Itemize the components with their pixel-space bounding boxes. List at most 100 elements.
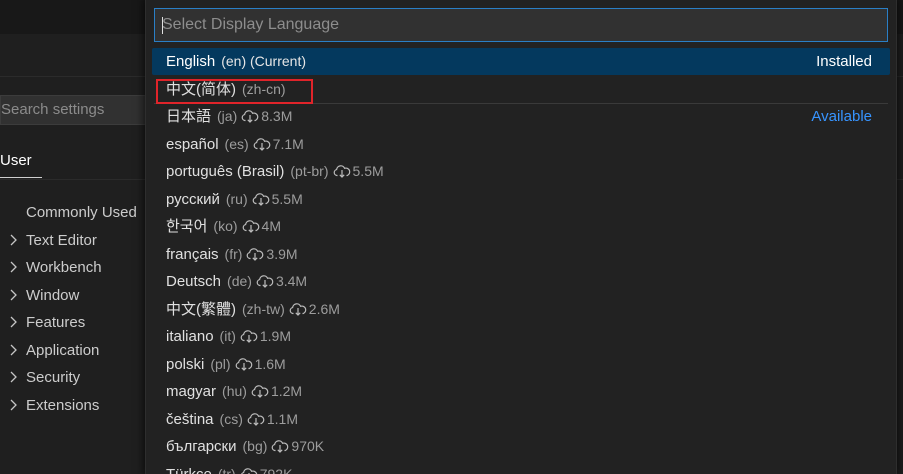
language-item[interactable]: polski (pl) 1.6M	[152, 351, 890, 378]
language-code: (bg)	[242, 438, 268, 454]
language-item[interactable]: čeština (cs) 1.1M	[152, 406, 890, 433]
language-item[interactable]: français (fr) 3.9M	[152, 241, 890, 268]
settings-tree-item-label: Security	[26, 369, 81, 386]
chevron-right-icon	[8, 288, 20, 302]
language-code: (pl)	[210, 355, 231, 372]
download-size: 8.3M	[261, 108, 293, 124]
language-name: 中文(繁體)	[166, 300, 236, 318]
chevron-right-icon	[8, 398, 20, 412]
settings-tree-item-label: Workbench	[26, 259, 102, 276]
download-size: 4M	[261, 218, 281, 234]
settings-tree-item[interactable]: Window	[0, 283, 150, 309]
cloud-download-icon	[252, 188, 270, 206]
settings-tree-item-label: Window	[26, 287, 80, 304]
language-item-content: polski (pl) 1.6M	[166, 351, 286, 378]
settings-tree-item[interactable]: Text Editor	[0, 228, 150, 254]
cloud-download-icon	[247, 408, 265, 426]
chevron-right-icon	[8, 370, 20, 384]
language-code: (ru)	[225, 190, 248, 207]
quick-pick-input[interactable]: Select Display Language	[154, 8, 888, 42]
cloud-download-icon	[242, 215, 260, 233]
settings-tree-item[interactable]: Application	[0, 338, 150, 364]
language-item[interactable]: 日本語 (ja) 8.3M Available	[152, 103, 890, 130]
chevron-right-icon	[8, 260, 20, 274]
settings-tree-item-label: Features	[26, 314, 86, 331]
settings-tree-item[interactable]: Workbench	[0, 255, 150, 281]
settings-tree-item-label: Commonly Used	[26, 204, 137, 221]
cloud-download-icon	[253, 133, 271, 151]
settings-tree-item-label: Extensions	[26, 397, 100, 414]
search-settings-input[interactable]: Search settings	[0, 95, 160, 125]
tab-user[interactable]: User	[0, 150, 42, 178]
language-code: (it)	[219, 328, 236, 344]
cloud-download-icon	[235, 353, 253, 371]
download-size: 970K	[291, 438, 325, 454]
language-item-content: français (fr) 3.9M	[166, 241, 298, 268]
settings-tree-item-label: Text Editor	[26, 232, 97, 249]
settings-tree-item[interactable]: Features	[0, 310, 150, 336]
cloud-download-icon	[251, 380, 269, 398]
download-size: 2.6M	[308, 300, 340, 317]
download-size: 5.5M	[352, 163, 384, 179]
language-item[interactable]: español (es) 7.1M	[152, 131, 890, 158]
chevron-right-icon	[8, 233, 20, 247]
app-window: Search settings User Commonly Used Text E…	[0, 0, 903, 474]
language-name: Türkçe	[166, 465, 212, 474]
chevron-right-icon	[8, 315, 20, 329]
language-item[interactable]: magyar (hu) 1.2M	[152, 378, 890, 405]
display-language-quick-pick: Select Display Language English (en) (Cur…	[145, 0, 897, 474]
settings-tree-item[interactable]: Security	[0, 365, 150, 391]
language-item-content: Türkçe (tr) 792K	[166, 461, 292, 474]
language-name: magyar	[166, 383, 217, 400]
cloud-download-icon	[240, 463, 258, 474]
download-size: 1.9M	[259, 328, 291, 344]
language-item-content: русский (ru) 5.5M	[166, 186, 303, 213]
language-code: (fr)	[224, 245, 243, 262]
language-code: (de)	[227, 273, 252, 289]
language-item[interactable]: Türkçe (tr) 792K	[152, 461, 890, 474]
language-name: български	[166, 438, 237, 455]
language-name: français	[166, 245, 219, 263]
download-size: 1.1M	[266, 410, 298, 427]
language-item-content: italiano (it) 1.9M	[166, 323, 291, 350]
language-item[interactable]: русский (ru) 5.5M	[152, 186, 890, 213]
cloud-download-icon	[271, 435, 289, 453]
language-code: (hu)	[222, 383, 247, 399]
language-item[interactable]: italiano (it) 1.9M	[152, 323, 890, 350]
language-item-content: magyar (hu) 1.2M	[166, 378, 302, 405]
language-code: (ja)	[217, 108, 238, 124]
language-name: 한국어	[166, 218, 208, 235]
settings-tree-item[interactable]: Commonly Used	[0, 200, 150, 226]
settings-tree-item-label: Application	[26, 342, 100, 359]
language-name: español	[166, 135, 219, 153]
available-label: Available	[811, 108, 872, 125]
language-name: italiano	[166, 328, 214, 345]
language-name: čeština	[166, 410, 214, 428]
language-item-content: Deutsch (de) 3.4M	[166, 268, 307, 295]
chevron-right-icon	[8, 343, 20, 357]
language-item-content: español (es) 7.1M	[166, 131, 304, 158]
language-item[interactable]: English (en) (Current) Installed	[152, 48, 890, 75]
language-item-content: 한국어 (ko) 4M	[166, 213, 281, 240]
language-name: русский	[166, 190, 220, 208]
language-item-content: čeština (cs) 1.1M	[166, 406, 298, 433]
language-item-content: português (Brasil) (pt-br) 5.5M	[166, 158, 384, 185]
language-item[interactable]: 中文(繁體) (zh-tw) 2.6M	[152, 296, 890, 323]
language-code: (es)	[224, 135, 249, 152]
download-size: 7.1M	[272, 135, 304, 152]
language-item-content: 中文(繁體) (zh-tw) 2.6M	[166, 296, 340, 323]
settings-tree-item[interactable]: Extensions	[0, 393, 150, 419]
download-size: 1.2M	[270, 383, 303, 399]
language-code: (tr)	[217, 465, 236, 474]
language-item[interactable]: Deutsch (de) 3.4M	[152, 268, 890, 295]
language-item[interactable]: български (bg) 970K	[152, 433, 890, 460]
download-size: 3.9M	[266, 245, 298, 262]
language-item-content: 日本語 (ja) 8.3M	[166, 103, 292, 130]
language-name: polski	[166, 355, 205, 373]
language-code: (zh-tw)	[242, 300, 285, 317]
language-item[interactable]: português (Brasil) (pt-br) 5.5M	[152, 158, 890, 185]
cloud-download-icon	[333, 160, 351, 178]
language-name: português (Brasil)	[166, 163, 285, 180]
cloud-download-icon	[256, 270, 274, 288]
language-item[interactable]: 한국어 (ko) 4M	[152, 213, 890, 240]
